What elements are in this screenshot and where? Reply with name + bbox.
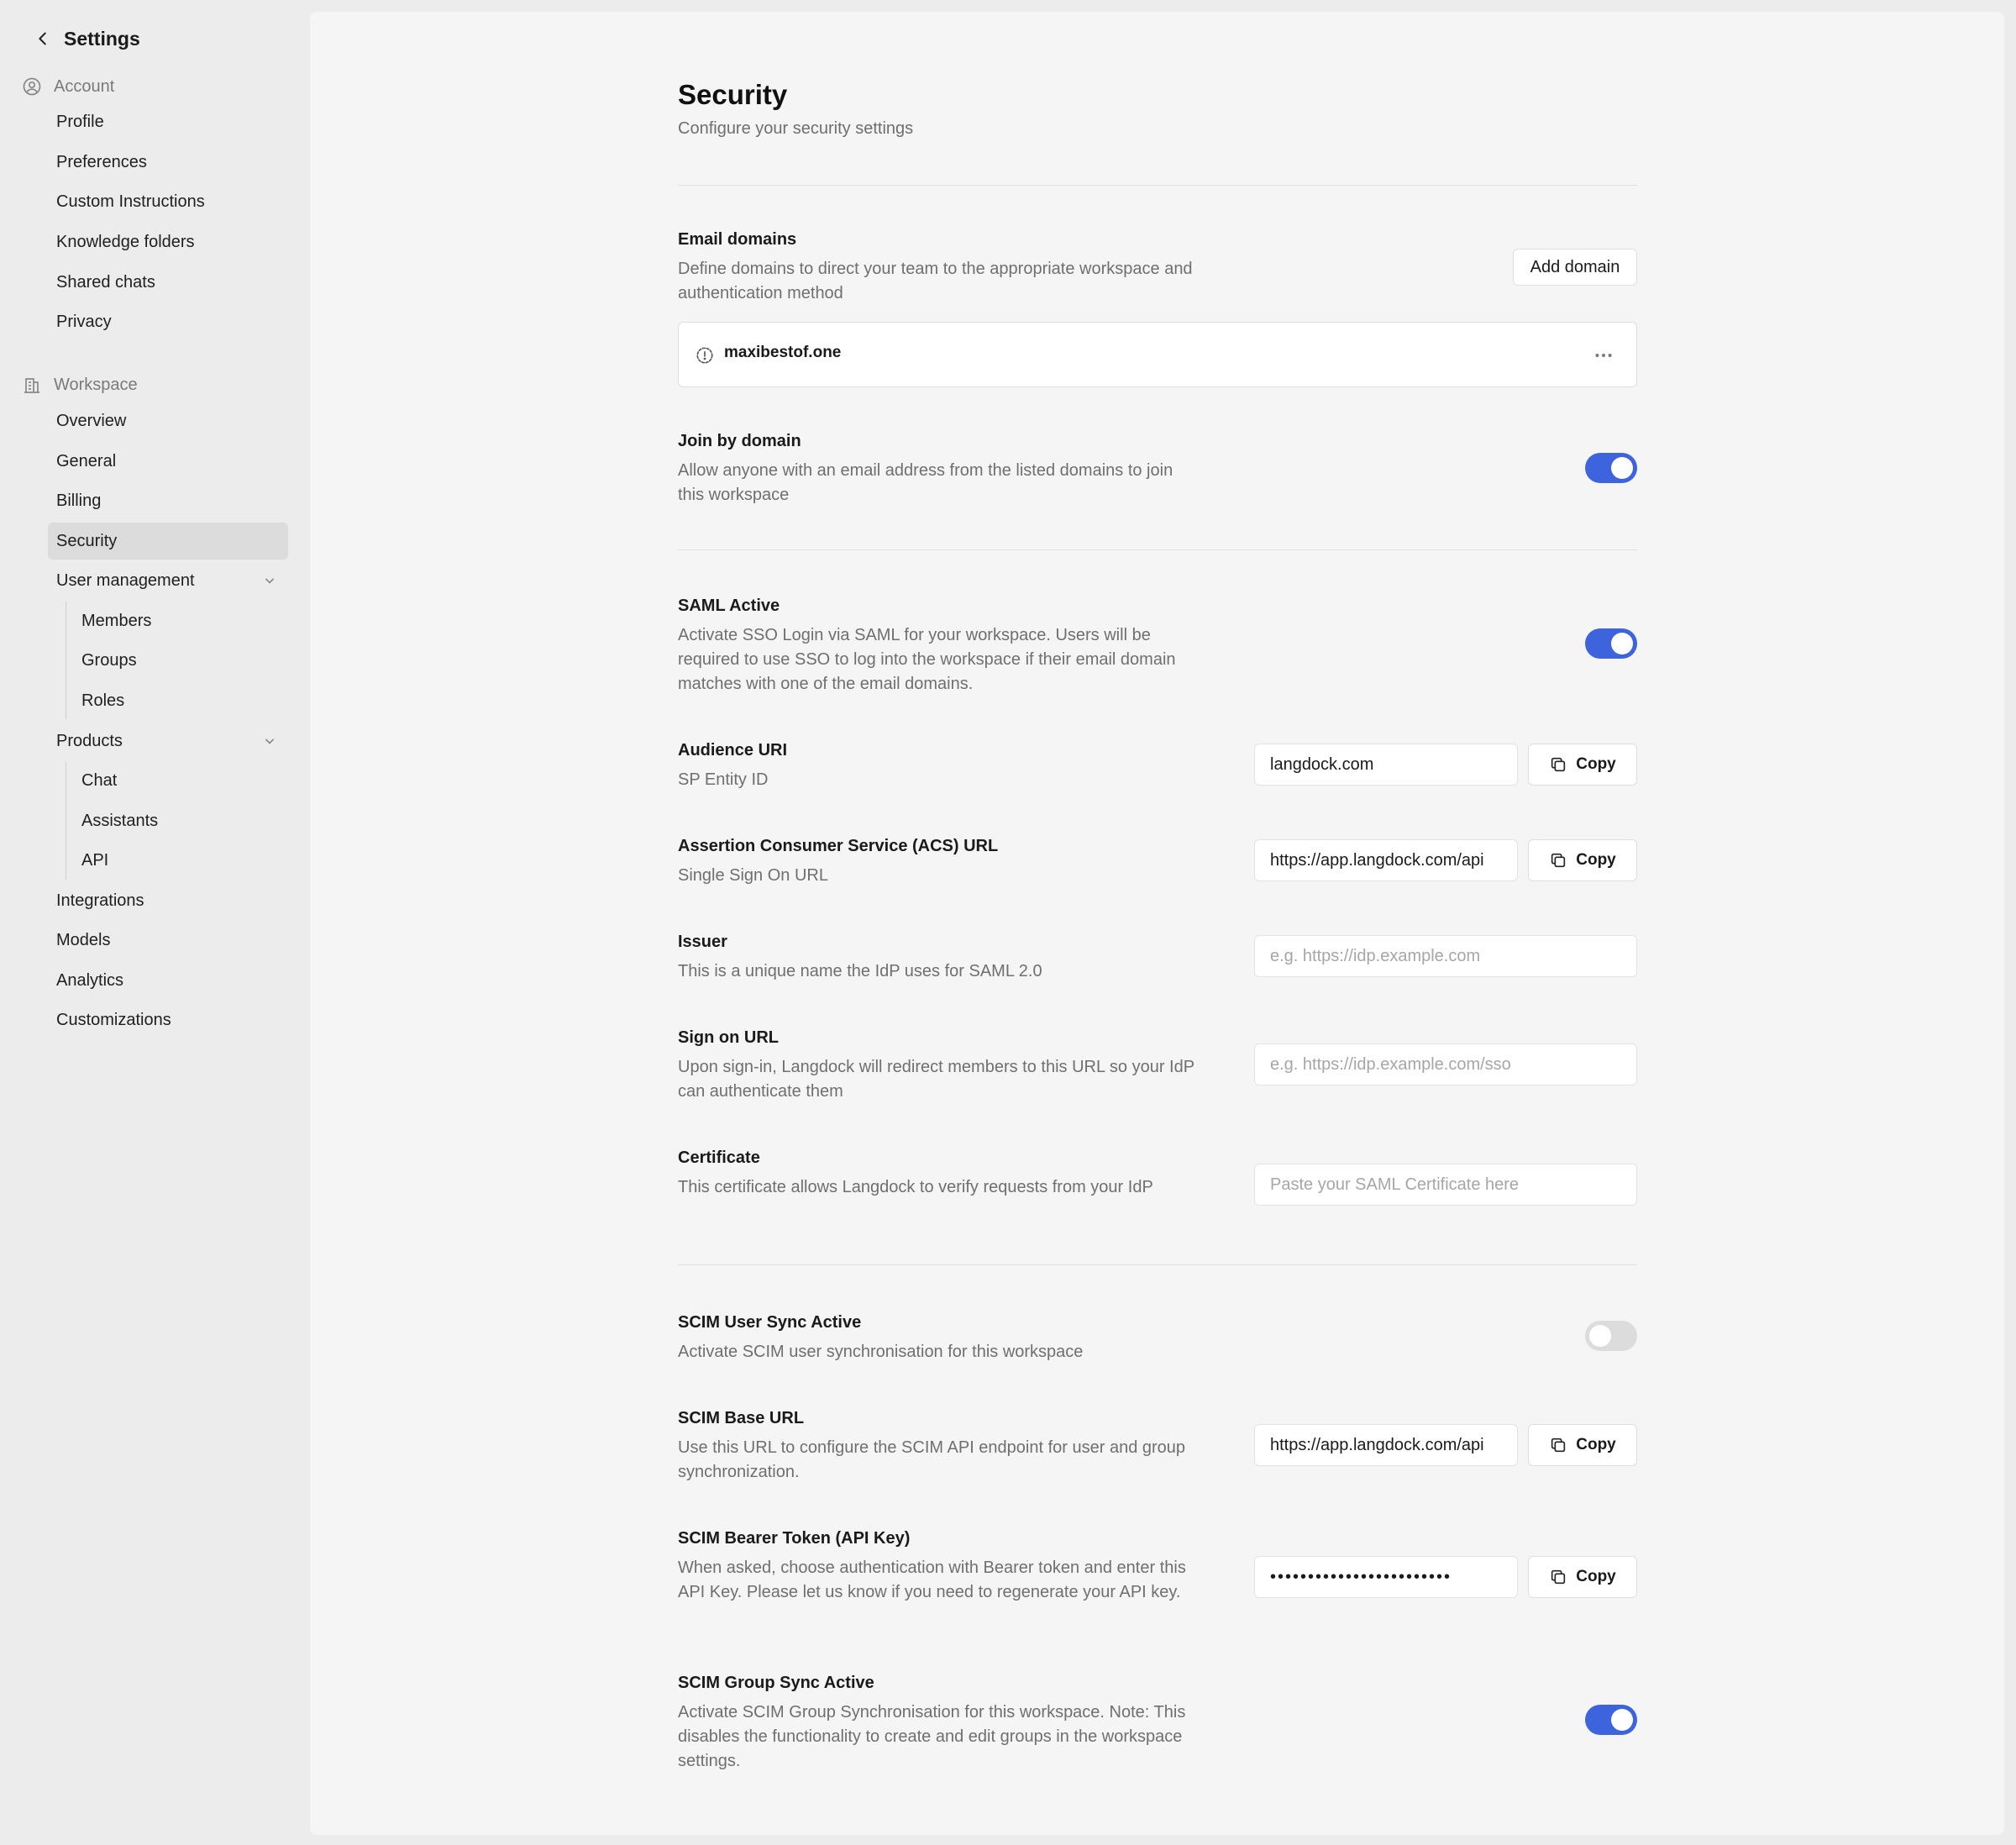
scim-user-sync-label: SCIM User Sync Active xyxy=(678,1313,862,1332)
chevron-down-icon xyxy=(265,739,274,744)
chevron-down-icon xyxy=(265,578,274,584)
sidebar-item-models[interactable]: Models xyxy=(48,922,288,959)
chevron-left-icon xyxy=(39,32,46,45)
sidebar-item-members[interactable]: Members xyxy=(73,602,288,639)
scim-base-url-label: SCIM Base URL xyxy=(678,1409,805,1427)
user-circle-icon xyxy=(23,77,41,96)
copy-icon xyxy=(1551,1569,1566,1585)
issuer-desc: This is a unique name the IdP uses for S… xyxy=(678,962,1042,980)
join-by-domain-desc: Allow anyone with an email address from … xyxy=(678,461,1173,504)
email-domains-label: Email domains xyxy=(678,230,797,249)
divider xyxy=(678,185,1637,186)
sign-on-url-desc: Upon sign-in, Langdock will redirect mem… xyxy=(678,1058,1194,1101)
copy-acs-url-button[interactable]: Copy xyxy=(1528,839,1637,881)
sidebar-item-general[interactable]: General xyxy=(48,443,288,480)
copy-icon xyxy=(1551,853,1566,868)
sidebar-item-knowledge-folders[interactable]: Knowledge folders xyxy=(48,223,288,260)
sidebar-item-privacy[interactable]: Privacy xyxy=(48,303,288,340)
issuer-label: Issuer xyxy=(678,933,727,951)
more-horizontal-icon[interactable] xyxy=(1593,344,1614,366)
sign-on-url-label: Sign on URL xyxy=(678,1028,779,1047)
sidebar-item-analytics[interactable]: Analytics xyxy=(48,962,288,999)
saml-active-desc: Activate SSO Login via SAML for your wor… xyxy=(678,626,1176,693)
sidebar-item-profile[interactable]: Profile xyxy=(48,103,288,140)
copy-icon xyxy=(1551,757,1566,772)
copy-audience-uri-button[interactable]: Copy xyxy=(1528,744,1637,786)
sidebar-item-custom-instructions[interactable]: Custom Instructions xyxy=(48,183,288,220)
saml-active-toggle[interactable] xyxy=(1585,628,1637,659)
toggle-knob xyxy=(1611,633,1633,654)
sidebar-item-integrations[interactable]: Integrations xyxy=(48,882,288,919)
copy-scim-base-url-button[interactable]: Copy xyxy=(1528,1424,1637,1466)
sidebar-item-roles[interactable]: Roles xyxy=(73,682,288,719)
back-to-settings[interactable]: Settings xyxy=(34,22,140,55)
sidebar-item-billing[interactable]: Billing xyxy=(48,482,288,519)
sidebar-item-customizations[interactable]: Customizations xyxy=(48,1001,288,1038)
sidebar-item-assistants[interactable]: Assistants xyxy=(73,802,288,839)
copy-icon xyxy=(1551,1438,1566,1453)
main-panel: Security Configure your security setting… xyxy=(310,12,2004,1835)
sidebar: Settings Account Profile Preferences Cus… xyxy=(0,0,309,1845)
scim-group-sync-desc: Activate SCIM Group Synchronisation for … xyxy=(678,1703,1186,1770)
account-label: Account xyxy=(54,76,115,96)
scim-user-sync-desc: Activate SCIM user synchronisation for t… xyxy=(678,1343,1084,1361)
sidebar-item-products[interactable]: Products xyxy=(48,723,288,760)
join-by-domain-toggle[interactable] xyxy=(1585,453,1637,483)
workspace-group-header: Workspace xyxy=(22,371,138,399)
sidebar-item-overview[interactable]: Overview xyxy=(48,402,288,439)
sidebar-item-preferences[interactable]: Preferences xyxy=(48,144,288,181)
acs-url-label: Assertion Consumer Service (ACS) URL xyxy=(678,837,999,855)
building-icon xyxy=(24,378,39,393)
page-title: Security xyxy=(678,79,788,110)
settings-title: Settings xyxy=(64,27,140,50)
scim-token-label: SCIM Bearer Token (API Key) xyxy=(678,1529,911,1548)
toggle-knob xyxy=(1589,1325,1611,1347)
audience-uri-label: Audience URI xyxy=(678,741,788,760)
certificate-label: Certificate xyxy=(678,1149,760,1167)
add-domain-button[interactable]: Add domain xyxy=(1513,249,1637,286)
domain-row: maxibestof.one xyxy=(678,322,1637,387)
scim-token-desc: When asked, choose authentication with B… xyxy=(678,1559,1186,1601)
certificate-desc: This certificate allows Langdock to veri… xyxy=(678,1178,1153,1196)
page-subtitle: Configure your security settings xyxy=(678,119,914,138)
issuer-input[interactable] xyxy=(1254,935,1637,977)
sidebar-item-groups[interactable]: Groups xyxy=(73,642,288,679)
divider xyxy=(678,1264,1637,1265)
scim-group-sync-label: SCIM Group Sync Active xyxy=(678,1674,874,1692)
domain-name: maxibestof.one xyxy=(724,344,842,361)
sidebar-item-security[interactable]: Security xyxy=(48,523,288,560)
divider xyxy=(678,549,1637,550)
toggle-knob xyxy=(1611,1709,1633,1731)
sidebar-item-shared-chats[interactable]: Shared chats xyxy=(48,264,288,301)
sidebar-item-chat[interactable]: Chat xyxy=(73,762,288,799)
acs-url-field[interactable] xyxy=(1254,839,1518,881)
scim-user-sync-toggle[interactable] xyxy=(1585,1321,1637,1351)
pending-status-icon xyxy=(696,347,713,364)
email-domains-desc: Define domains to direct your team to th… xyxy=(678,260,1193,302)
scim-base-url-desc: Use this URL to configure the SCIM API e… xyxy=(678,1438,1186,1481)
saml-active-label: SAML Active xyxy=(678,597,780,615)
certificate-input[interactable] xyxy=(1254,1164,1637,1206)
workspace-label: Workspace xyxy=(54,375,138,394)
scim-token-field[interactable] xyxy=(1254,1556,1518,1598)
scim-group-sync-toggle[interactable] xyxy=(1585,1705,1637,1735)
audience-uri-desc: SP Entity ID xyxy=(678,770,769,789)
scim-base-url-field[interactable] xyxy=(1254,1424,1518,1466)
acs-url-desc: Single Sign On URL xyxy=(678,866,828,885)
sidebar-item-user-management[interactable]: User management xyxy=(48,562,288,599)
account-group-header: Account xyxy=(22,72,114,101)
toggle-knob xyxy=(1611,457,1633,479)
audience-uri-field[interactable] xyxy=(1254,744,1518,786)
sidebar-item-api[interactable]: API xyxy=(73,842,288,879)
copy-scim-token-button[interactable]: Copy xyxy=(1528,1556,1637,1598)
sign-on-url-input[interactable] xyxy=(1254,1043,1637,1085)
join-by-domain-label: Join by domain xyxy=(678,432,801,450)
